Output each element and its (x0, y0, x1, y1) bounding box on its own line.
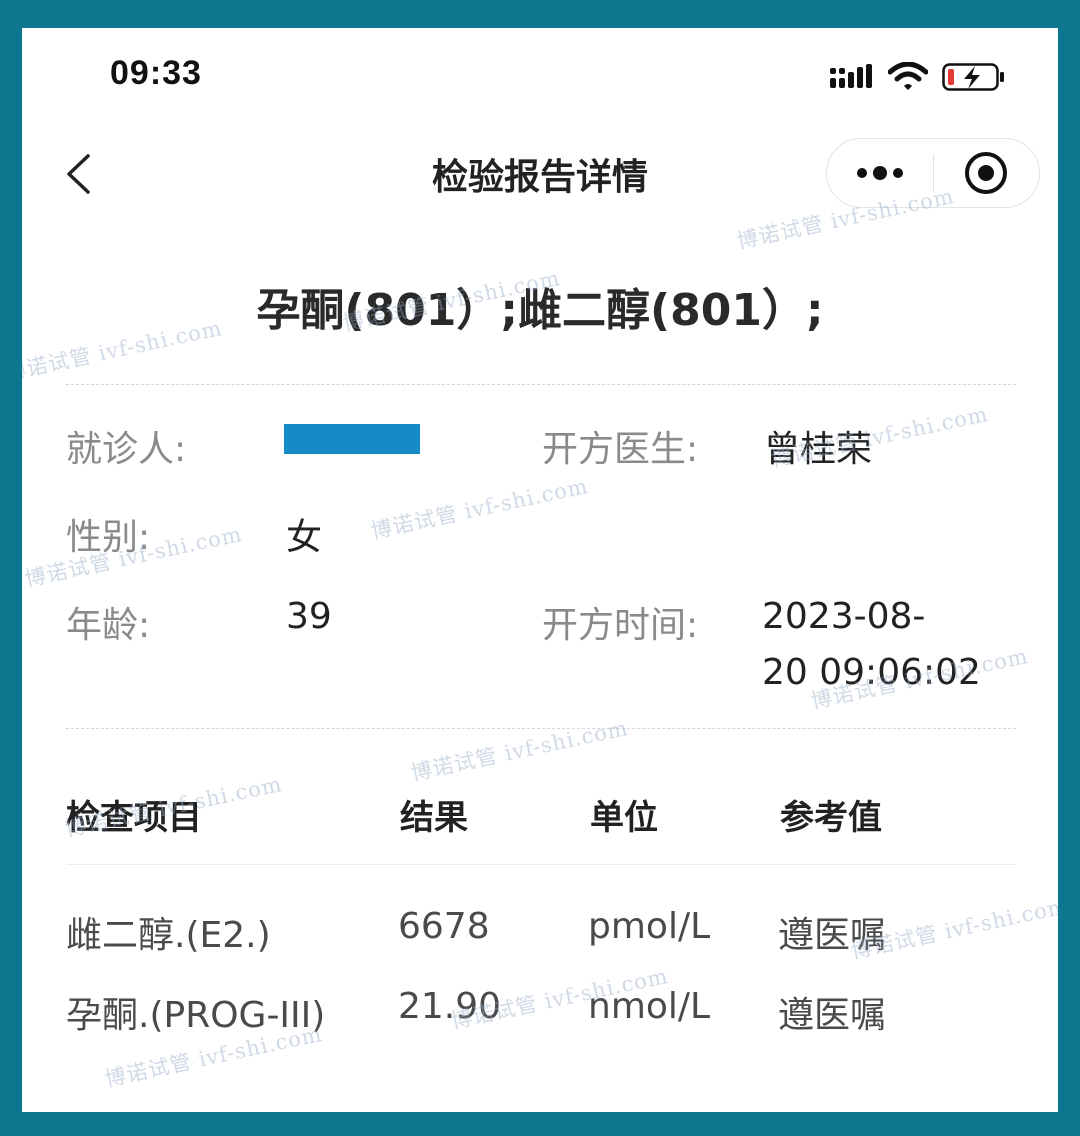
row-unit: pmol/L (588, 906, 711, 947)
report-title: 孕酮(801）;雌二醇(801）; (256, 285, 824, 336)
gender-value: 女 (286, 517, 323, 558)
status-bar: 09:33 (22, 28, 1058, 128)
doctor-label: 开方医生: (542, 429, 699, 470)
prescription-time-label: 开方时间: (542, 605, 699, 646)
row-reference: 遵医嘱 (778, 995, 887, 1036)
watermark: 博诺试管 ivf-shi.com (368, 473, 591, 544)
status-icons (830, 61, 1006, 96)
watermark: 博诺试管 ivf-shi.com (408, 715, 631, 786)
phone-screen: 09:33 检验报告详情 孕酮(801）;雌二醇(801）; 就诊人: 开方医生… (22, 28, 1058, 1112)
battery-charging-icon (942, 62, 1006, 96)
nav-bar: 检验报告详情 (22, 128, 1058, 220)
age-value: 39 (286, 596, 332, 637)
close-button[interactable] (934, 139, 1040, 207)
prescription-time-line1: 2023-08- (762, 596, 926, 637)
patient-name-label: 就诊人: (66, 429, 187, 470)
row-result: 21.90 (398, 986, 502, 1027)
table-header-item: 检查项目 (66, 798, 202, 838)
more-dots-icon (856, 166, 903, 180)
more-button[interactable] (827, 139, 933, 207)
divider (66, 728, 1016, 729)
signal-icon (830, 64, 874, 94)
target-icon (965, 152, 1008, 194)
row-unit: nmol/L (588, 986, 711, 1027)
table-header-reference: 参考值 (780, 798, 882, 838)
prescription-time-line2: 20 09:06:02 (762, 652, 981, 693)
row-result: 6678 (398, 906, 490, 947)
row-item: 孕酮.(PROG-III) (66, 995, 326, 1036)
redacted-patient-name (284, 424, 420, 454)
table-header-result: 结果 (400, 798, 468, 838)
divider (66, 384, 1016, 385)
status-time: 09:33 (110, 54, 202, 92)
row-item: 雌二醇.(E2.) (66, 915, 271, 956)
table-header-divider (66, 864, 1016, 865)
mini-program-capsule (826, 138, 1040, 208)
wifi-icon (887, 61, 929, 96)
age-label: 年龄: (66, 605, 151, 646)
row-reference: 遵医嘱 (778, 915, 887, 956)
gender-label: 性别: (66, 517, 151, 558)
doctor-name: 曾桂荣 (764, 429, 873, 470)
table-header-unit: 单位 (590, 798, 658, 838)
